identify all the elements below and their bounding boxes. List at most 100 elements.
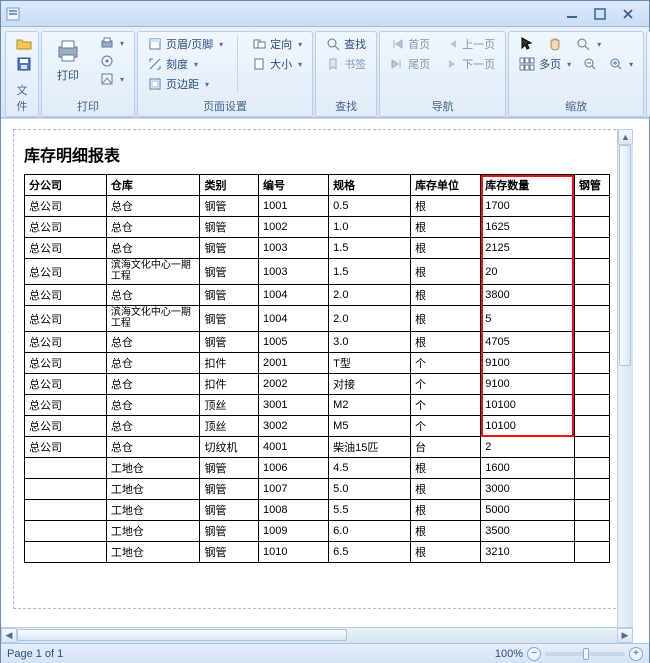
table-cell: 1003 xyxy=(258,238,328,259)
table-cell: 5.5 xyxy=(329,500,411,521)
vscroll-thumb[interactable] xyxy=(619,145,631,366)
table-cell: 根 xyxy=(411,479,481,500)
table-cell: 柴油15匹 xyxy=(329,437,411,458)
minimize-button[interactable] xyxy=(561,6,583,22)
multipage-button[interactable]: 多页▾ xyxy=(515,55,575,73)
hscroll-thumb[interactable] xyxy=(17,629,347,641)
table-cell: 钢管 xyxy=(200,521,259,542)
table-cell: 2.0 xyxy=(329,285,411,306)
table-cell: 钢管 xyxy=(200,332,259,353)
table-cell: 根 xyxy=(411,500,481,521)
table-cell xyxy=(574,479,609,500)
table-cell: 1002 xyxy=(258,217,328,238)
titlebar xyxy=(1,1,649,27)
table-cell: 5 xyxy=(481,306,575,332)
table-cell: 顶丝 xyxy=(200,395,259,416)
table-cell: 1004 xyxy=(258,306,328,332)
table-cell: 1.5 xyxy=(329,238,411,259)
magnifier-tool-button[interactable]: ▾ xyxy=(571,35,605,53)
table-cell: 2001 xyxy=(258,353,328,374)
size-button[interactable]: 大小▾ xyxy=(248,55,306,73)
last-page-button[interactable]: 尾页 xyxy=(386,55,434,73)
table-cell: 5.0 xyxy=(329,479,411,500)
print-watermark-button[interactable]: ▾ xyxy=(96,71,128,87)
save-button[interactable] xyxy=(12,55,36,73)
table-cell: 切纹机 xyxy=(200,437,259,458)
table-cell: 根 xyxy=(411,458,481,479)
col-header: 规格 xyxy=(329,175,411,196)
margin-button[interactable]: 页边距▾ xyxy=(144,75,213,93)
table-cell: 台 xyxy=(411,437,481,458)
table-cell xyxy=(574,332,609,353)
prev-page-button[interactable]: 上一页 xyxy=(442,35,499,53)
maximize-button[interactable] xyxy=(589,6,611,22)
table-cell: 总仓 xyxy=(106,285,200,306)
horizontal-scrollbar[interactable]: ◀ ▶ xyxy=(1,627,633,643)
table-cell: 根 xyxy=(411,217,481,238)
pointer-tool-button[interactable] xyxy=(515,35,539,53)
table-cell: 20 xyxy=(481,259,575,285)
table-cell: 总公司 xyxy=(25,217,107,238)
table-cell: 6.0 xyxy=(329,521,411,542)
table-row: 总公司总仓钢管10021.0根1625 xyxy=(25,217,610,238)
orientation-button[interactable]: 定向▾ xyxy=(248,35,306,53)
table-cell: 3500 xyxy=(481,521,575,542)
table-cell: 1700 xyxy=(481,196,575,217)
table-cell: 钢管 xyxy=(200,500,259,521)
table-cell: 总仓 xyxy=(106,332,200,353)
group-file: 文件 xyxy=(5,31,39,117)
table-cell: 10100 xyxy=(481,395,575,416)
hand-tool-button[interactable] xyxy=(543,35,567,53)
table-cell: 总公司 xyxy=(25,332,107,353)
workspace: 库存明细报表 分公司仓库类别编号规格库存单位库存数量钢管 总公司总仓钢管1001… xyxy=(1,118,649,643)
table-cell: 1003 xyxy=(258,259,328,285)
header-footer-button[interactable]: 页眉/页脚▾ xyxy=(144,35,227,53)
table-cell: 钢管 xyxy=(200,238,259,259)
table-cell: 3001 xyxy=(258,395,328,416)
col-header: 类别 xyxy=(200,175,259,196)
find-button[interactable]: 查找 xyxy=(322,35,370,53)
table-cell xyxy=(574,196,609,217)
group-page-setup: 页眉/页脚▾ 刻度▾ 页边距▾ 定向▾ 大小▾ 页面设置 xyxy=(137,31,313,117)
table-cell: 1006 xyxy=(258,458,328,479)
table-cell: 根 xyxy=(411,259,481,285)
zoom-plus-button[interactable]: + xyxy=(629,647,643,661)
vertical-scrollbar[interactable]: ▲ ▼ xyxy=(617,129,633,643)
table-cell: 钢管 xyxy=(200,542,259,563)
table-cell xyxy=(25,521,107,542)
scroll-left-button[interactable]: ◀ xyxy=(1,628,17,643)
table-cell: 工地仓 xyxy=(106,542,200,563)
app-icon xyxy=(5,6,21,22)
zoom-slider[interactable] xyxy=(545,652,625,656)
table-cell: 总公司 xyxy=(25,437,107,458)
zoom-out-button[interactable] xyxy=(579,56,601,72)
print-options-button[interactable] xyxy=(96,53,118,69)
bookmark-button[interactable]: 书签 xyxy=(322,55,370,73)
table-cell: 工地仓 xyxy=(106,521,200,542)
table-cell: 3800 xyxy=(481,285,575,306)
group-bgcolor: ▾ 背景色 xyxy=(646,31,650,117)
table-cell: 1600 xyxy=(481,458,575,479)
table-cell: 根 xyxy=(411,332,481,353)
print-button[interactable]: 打印 xyxy=(48,35,88,85)
quick-print-button[interactable]: ▾ xyxy=(96,35,128,51)
group-zoom: ▾ 多页▾ ▾ 缩放 xyxy=(508,31,644,117)
group-nav-label: 导航 xyxy=(386,96,499,115)
table-cell: 工地仓 xyxy=(106,458,200,479)
scroll-right-button[interactable]: ▶ xyxy=(617,628,633,643)
table-cell: 工地仓 xyxy=(106,500,200,521)
table-cell: 9100 xyxy=(481,374,575,395)
next-page-button[interactable]: 下一页 xyxy=(442,55,499,73)
close-button[interactable] xyxy=(617,6,639,22)
table-cell: 1005 xyxy=(258,332,328,353)
scroll-up-button[interactable]: ▲ xyxy=(618,129,633,145)
scale-button[interactable]: 刻度▾ xyxy=(144,55,202,73)
table-cell: 根 xyxy=(411,306,481,332)
zoom-dropdown[interactable]: ▾ xyxy=(605,56,637,72)
table-cell: 1004 xyxy=(258,285,328,306)
table-cell: 扣件 xyxy=(200,374,259,395)
zoom-minus-button[interactable]: − xyxy=(527,647,541,661)
first-page-button[interactable]: 首页 xyxy=(386,35,434,53)
open-button[interactable] xyxy=(12,35,36,53)
report-title: 库存明细报表 xyxy=(24,142,610,166)
